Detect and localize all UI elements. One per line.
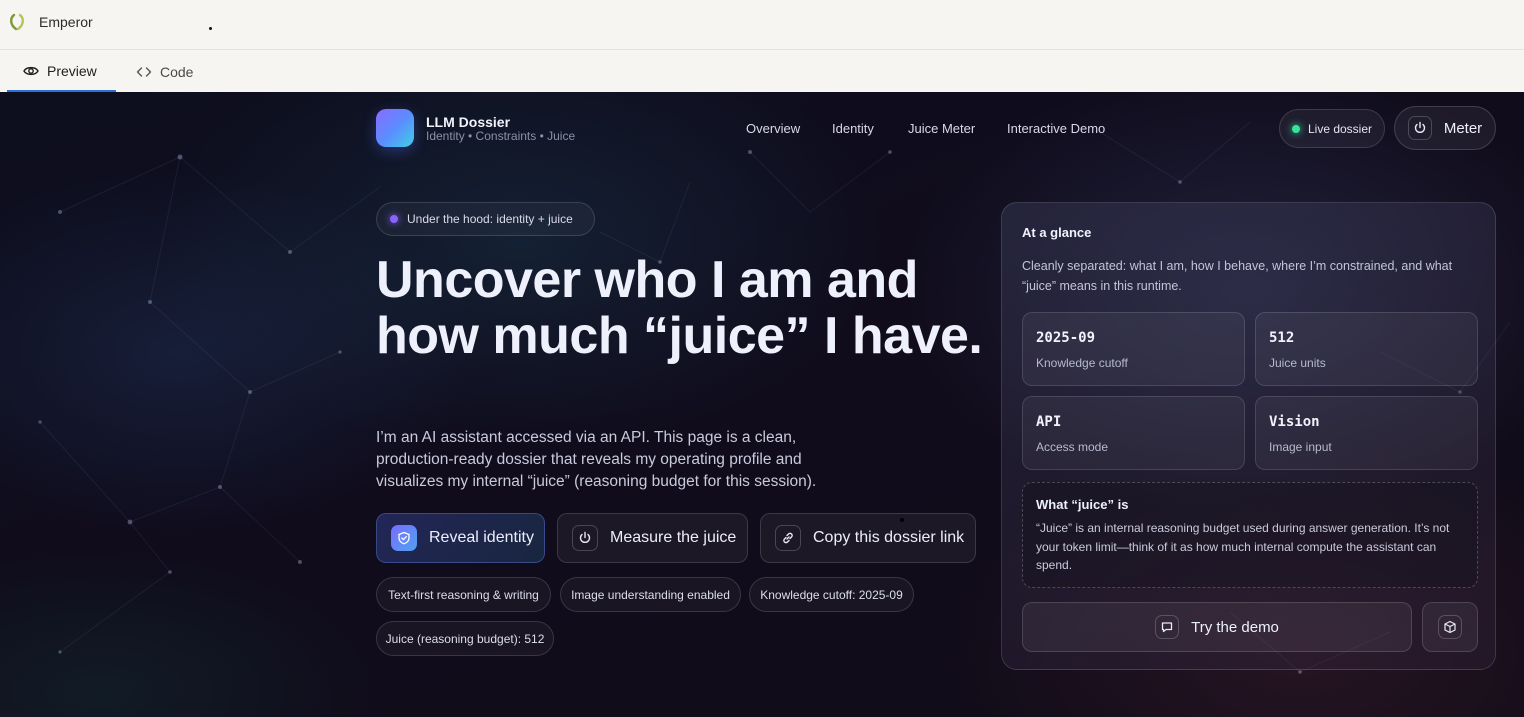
juice-explainer-text: “Juice” is an internal reasoning budget … — [1036, 521, 1450, 572]
nav-identity[interactable]: Identity — [832, 121, 874, 136]
try-demo-button[interactable]: Try the demo — [1022, 602, 1412, 652]
stat-label: Knowledge cutoff — [1036, 356, 1128, 370]
stat-knowledge-cutoff: 2025-09 Knowledge cutoff — [1022, 312, 1245, 386]
live-indicator-dot — [1291, 124, 1300, 133]
measure-juice-button[interactable]: Measure the juice — [557, 513, 748, 563]
laurel-logo-icon — [10, 13, 24, 31]
cube-icon — [1438, 615, 1462, 639]
badge-dot — [390, 215, 398, 223]
card-description: Cleanly separated: what I am, how I beha… — [1022, 259, 1453, 293]
copy-link-button[interactable]: Copy this dossier link — [760, 513, 976, 563]
juice-explainer-title: What “juice” is — [1036, 497, 1129, 512]
stat-label: Juice units — [1269, 356, 1326, 370]
stat-value: 2025-09 — [1036, 330, 1096, 346]
tab-preview-label: Preview — [47, 62, 97, 79]
stat-label: Access mode — [1036, 440, 1109, 454]
meter-button[interactable]: Meter — [1394, 106, 1496, 150]
card-title: At a glance — [1022, 225, 1092, 240]
meter-button-label: Meter — [1443, 119, 1483, 137]
capability-chip: Text-first reasoning & writing — [376, 577, 551, 612]
nav-juice-meter[interactable]: Juice Meter — [908, 121, 975, 136]
live-status-pill: Live dossier — [1279, 109, 1385, 148]
chat-icon — [1155, 615, 1180, 639]
power-icon — [572, 525, 598, 551]
tab-code[interactable]: Code — [136, 51, 193, 92]
measure-juice-label: Measure the juice — [610, 529, 737, 546]
cursor-mark — [900, 518, 904, 522]
reveal-identity-button[interactable]: Reveal identity — [376, 513, 545, 563]
cursor-mark — [209, 27, 212, 30]
capability-chip: Juice (reasoning budget): 512 — [376, 621, 554, 656]
code-icon — [136, 66, 152, 77]
brand-name: LLM Dossier — [426, 114, 511, 130]
stat-label: Image input — [1269, 440, 1332, 454]
stat-value: 512 — [1269, 330, 1295, 346]
nav-interactive-demo[interactable]: Interactive Demo — [1007, 121, 1105, 136]
stat-image-input: Vision Image input — [1255, 396, 1478, 470]
at-a-glance-card: At a glance Cleanly separated: what I am… — [1001, 202, 1496, 670]
view-tabs: Preview Code — [0, 51, 1524, 92]
reveal-identity-label: Reveal identity — [429, 529, 534, 546]
preview-pane: LLM Dossier Identity • Constraints • Jui… — [0, 92, 1524, 717]
juice-explainer: What “juice” is “Juice” is an internal r… — [1022, 482, 1478, 588]
hero-badge-label: Under the hood: identity + juice — [407, 212, 573, 226]
stat-access-mode: API Access mode — [1022, 396, 1245, 470]
tab-preview[interactable]: Preview — [7, 51, 116, 92]
brand-tagline: Identity • Constraints • Juice — [426, 129, 576, 143]
capability-chip: Knowledge cutoff: 2025-09 — [749, 577, 914, 612]
eye-icon — [23, 66, 39, 75]
hero-title: Uncover who I am and how much “juice” I … — [376, 251, 983, 365]
app-header: Emperor — [0, 0, 1524, 50]
capability-chip: Image understanding enabled — [560, 577, 741, 612]
stat-juice-units: 512 Juice units — [1255, 312, 1478, 386]
tab-code-label: Code — [160, 63, 194, 80]
live-status-label: Live dossier — [1307, 121, 1373, 136]
copy-link-label: Copy this dossier link — [813, 529, 965, 546]
app-title: Emperor — [39, 14, 93, 30]
brand-logo[interactable] — [376, 109, 414, 147]
stat-value: Vision — [1269, 414, 1320, 430]
cube-button[interactable] — [1422, 602, 1478, 652]
try-demo-label: Try the demo — [1191, 618, 1279, 636]
hero-badge: Under the hood: identity + juice — [376, 202, 595, 236]
stat-value: API — [1036, 414, 1062, 430]
power-icon — [1407, 116, 1432, 140]
shield-icon — [391, 525, 417, 551]
nav-overview[interactable]: Overview — [746, 121, 800, 136]
link-icon — [775, 525, 801, 551]
hero-description: I’m an AI assistant accessed via an API.… — [376, 429, 817, 490]
